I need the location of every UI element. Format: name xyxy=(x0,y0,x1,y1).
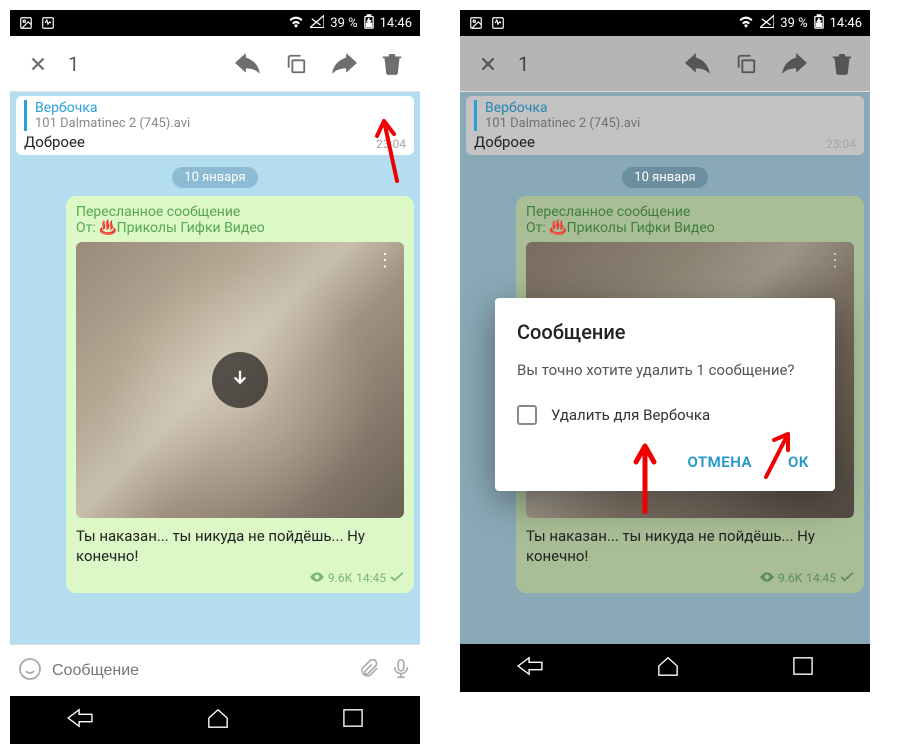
wifi-icon xyxy=(288,15,304,32)
selection-toolbar: 1 xyxy=(10,36,420,92)
media-menu-icon[interactable]: ⋮ xyxy=(376,250,394,271)
check-icon xyxy=(390,571,404,585)
selection-count: 1 xyxy=(518,52,672,76)
message-input[interactable] xyxy=(52,662,348,680)
attach-icon[interactable] xyxy=(358,658,380,684)
emoji-icon[interactable] xyxy=(18,657,42,685)
statusbar: 39 % 14:46 xyxy=(10,10,420,36)
views-icon xyxy=(310,571,324,585)
caption: Ты наказан... ты никуда не пойдёшь... Ну… xyxy=(76,526,404,567)
back-button[interactable] xyxy=(66,707,94,733)
dialog-overlay: Сообщение Вы точно хотите удалить 1 сооб… xyxy=(460,92,870,696)
forward-icon xyxy=(772,42,816,86)
image-icon xyxy=(18,15,34,31)
reply-icon xyxy=(676,42,720,86)
clock-text: 14:46 xyxy=(830,16,862,31)
fwd-from: От: ♨️Приколы Гифки Видео xyxy=(76,220,404,236)
battery-text: 39 % xyxy=(330,16,357,31)
ok-button[interactable]: ОК xyxy=(784,445,813,479)
checkbox-icon[interactable] xyxy=(517,405,537,425)
reply-icon[interactable] xyxy=(226,42,270,86)
reply-time: 23:04 xyxy=(376,137,406,151)
copy-icon[interactable] xyxy=(274,42,318,86)
image-icon xyxy=(468,15,484,31)
delete-icon xyxy=(820,42,864,86)
reply-text: Доброее xyxy=(24,133,85,151)
reply-name: Вербочка xyxy=(35,100,406,116)
dialog-body: Вы точно хотите удалить 1 сообщение? xyxy=(517,360,813,381)
selection-count: 1 xyxy=(68,52,222,76)
checkbox-label: Удалить для Вербочка xyxy=(551,406,710,424)
close-icon xyxy=(466,42,510,86)
forward-icon[interactable] xyxy=(322,42,366,86)
delete-for-all-row[interactable]: Удалить для Вербочка xyxy=(517,405,813,425)
statusbar: 39 % 14:46 xyxy=(460,10,870,36)
copy-icon xyxy=(724,42,768,86)
battery-icon xyxy=(814,14,824,33)
fwd-label: Пересланное сообщение xyxy=(76,204,404,220)
clock-text: 14:46 xyxy=(380,16,412,31)
delete-dialog: Сообщение Вы точно хотите удалить 1 сооб… xyxy=(495,298,835,491)
chat-area: Вербочка 101 Dalmatinec 2 (745).avi Добр… xyxy=(10,92,420,644)
message-reply[interactable]: Вербочка 101 Dalmatinec 2 (745).avi Добр… xyxy=(16,96,414,155)
signal-icon xyxy=(310,15,324,32)
msg-time: 14:45 xyxy=(356,571,386,585)
cancel-button[interactable]: ОТМЕНА xyxy=(683,445,756,479)
wifi-icon xyxy=(738,15,754,32)
date-divider: 10 января xyxy=(172,167,257,188)
selection-toolbar: 1 xyxy=(460,36,870,92)
delete-icon[interactable] xyxy=(370,42,414,86)
battery-text: 39 % xyxy=(780,16,807,31)
phone-left: 39 % 14:46 1 Вербочка 101 Dalmatinec 2 (… xyxy=(10,10,420,744)
activity-icon xyxy=(40,15,56,31)
forwarded-message[interactable]: Пересланное сообщение От: ♨️Приколы Гифк… xyxy=(66,196,414,593)
phone-right: 39 % 14:46 1 Вербочка 101 Dalmatinec 2 (… xyxy=(460,10,870,744)
media-thumbnail[interactable]: ⋮ xyxy=(76,242,404,518)
views: 9.6K xyxy=(328,571,352,585)
recent-button[interactable] xyxy=(342,708,364,732)
close-icon[interactable] xyxy=(16,42,60,86)
download-icon[interactable] xyxy=(212,352,268,408)
activity-icon xyxy=(490,15,506,31)
battery-icon xyxy=(364,14,374,33)
reply-file: 101 Dalmatinec 2 (745).avi xyxy=(35,116,406,131)
android-navbar xyxy=(10,696,420,744)
signal-icon xyxy=(760,15,774,32)
dialog-title: Сообщение xyxy=(517,320,813,344)
home-button[interactable] xyxy=(206,707,230,733)
input-bar xyxy=(10,644,420,696)
mic-icon[interactable] xyxy=(390,658,412,684)
